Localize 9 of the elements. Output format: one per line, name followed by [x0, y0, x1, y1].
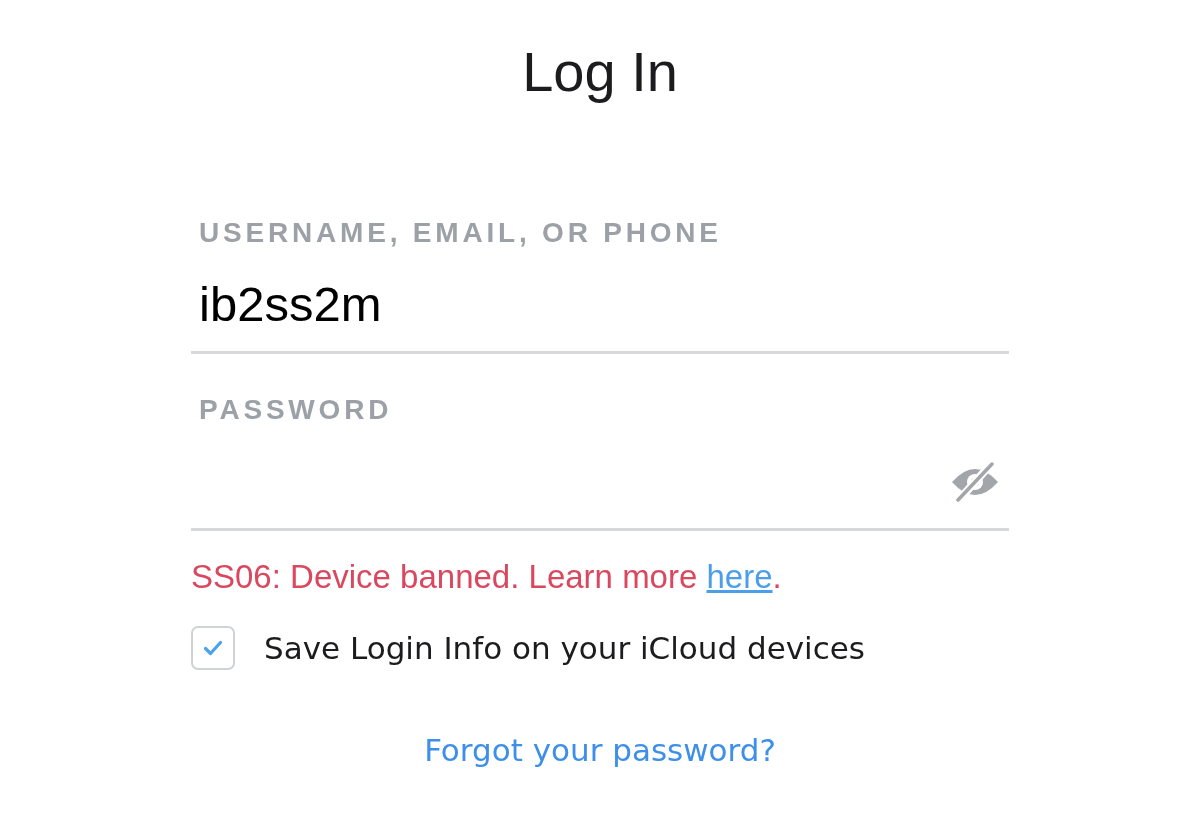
username-field[interactable]: ib2ss2m — [191, 251, 1009, 354]
checkbox-label[interactable]: Save Login Info on your iCloud devices — [264, 628, 865, 668]
eye-slash-icon[interactable] — [951, 462, 999, 502]
field-label: USERNAME, EMAIL, OR PHONE — [198, 216, 722, 250]
checkbox[interactable] — [191, 626, 235, 670]
page-title: Log In — [521, 42, 679, 102]
checkmark-icon — [203, 640, 223, 656]
error-message: SS06: Device banned. Learn more here. — [191, 559, 782, 595]
field-label: PASSWORD — [198, 393, 393, 427]
